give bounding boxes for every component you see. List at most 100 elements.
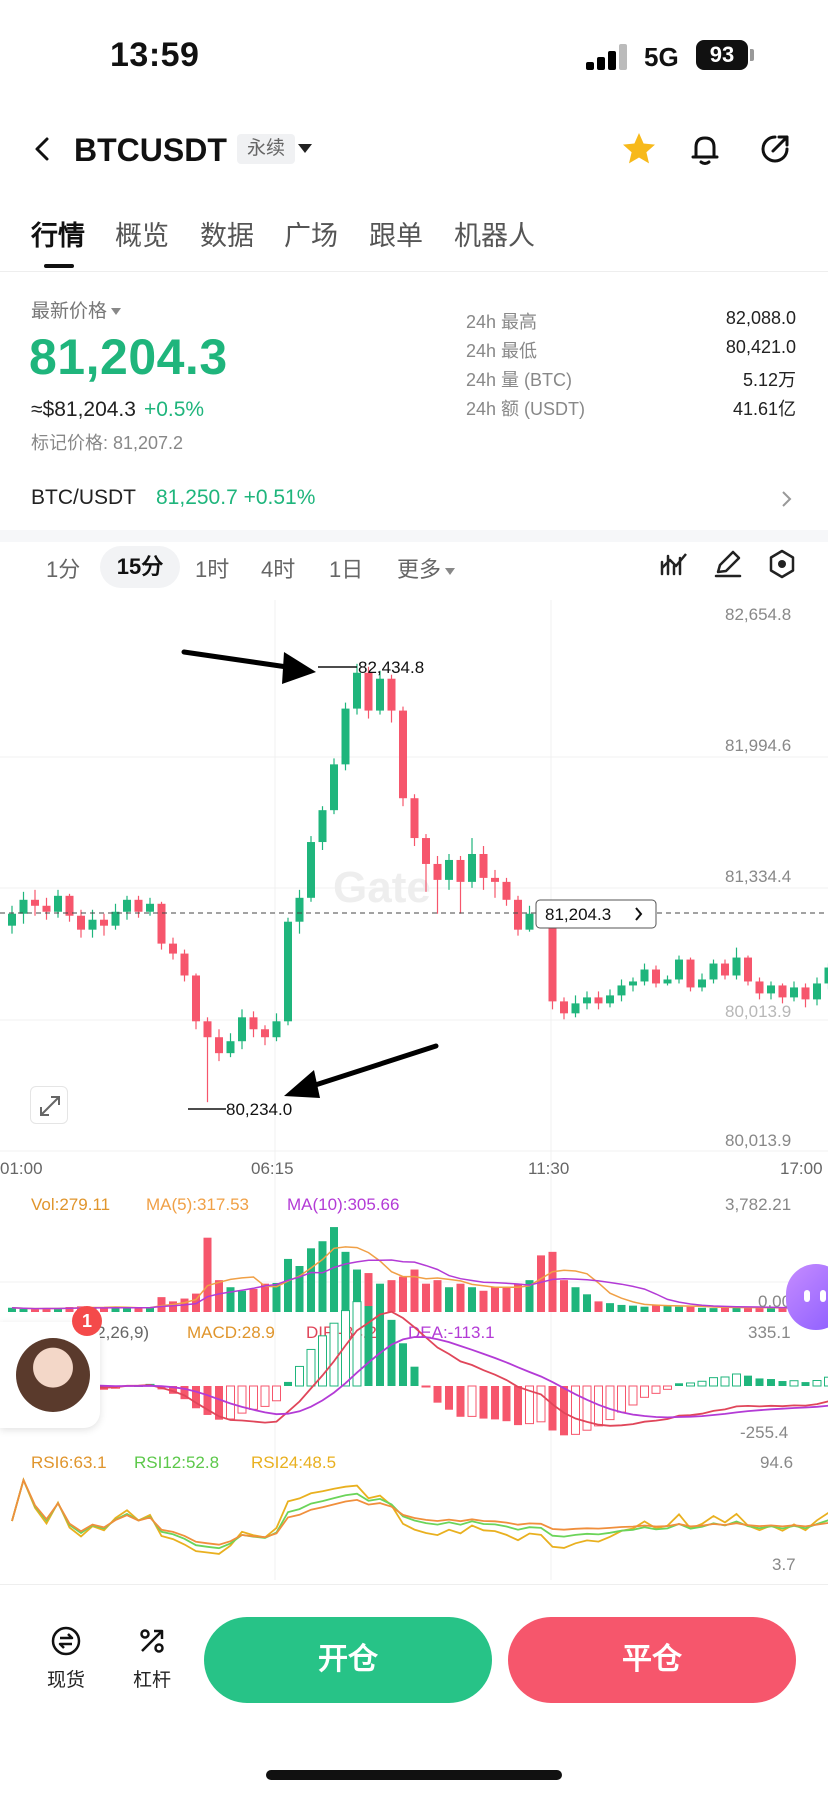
macd-bar: [272, 1385, 281, 1402]
volume-bar: [123, 1308, 131, 1312]
chart-area[interactable]: Gate 81,204.3 82,654.8 81,994.6 81,334.4…: [0, 600, 828, 1580]
draw-pencil-icon[interactable]: [712, 548, 744, 580]
macd-bar: [744, 1375, 752, 1386]
annotation-arrow-high: [181, 649, 316, 684]
y-axis-label: 81,334.4: [725, 867, 791, 886]
volume-bar: [399, 1276, 407, 1312]
signal-icon: [586, 44, 630, 70]
tab-bots[interactable]: 机器人: [454, 214, 535, 253]
candle-body: [364, 672, 373, 711]
candle-body: [548, 919, 557, 1002]
indicator-icon[interactable]: [658, 548, 690, 580]
stat-value: 5.12万: [742, 370, 796, 390]
high-marker-label: 82,434.8: [358, 658, 424, 677]
leverage-switch[interactable]: 杠杆: [122, 1623, 182, 1692]
volume-bar: [571, 1287, 580, 1312]
candle-body: [54, 895, 62, 912]
kline-chart[interactable]: Gate 81,204.3 82,654.8 81,994.6 81,334.4…: [0, 600, 828, 1580]
tab-market[interactable]: 行情: [31, 214, 85, 253]
volume-bar: [134, 1308, 143, 1312]
candle-body: [629, 981, 637, 986]
candle-body: [100, 919, 108, 926]
macd-bar: [548, 1386, 557, 1431]
candle-body: [652, 969, 660, 984]
candle-body: [445, 859, 453, 880]
volume-bar: [468, 1287, 476, 1312]
volume-bar: [261, 1283, 269, 1312]
stat-value: 41.61亿: [732, 399, 796, 419]
macd-bar: [445, 1386, 453, 1410]
macd-bar: [399, 1343, 407, 1386]
last-price: 81,204.3: [29, 329, 228, 385]
candle-body: [456, 859, 465, 882]
spot-switch[interactable]: 现货: [36, 1623, 96, 1692]
interval-1m[interactable]: 1分: [46, 552, 80, 584]
candle-body: [19, 899, 28, 914]
share-icon[interactable]: [756, 130, 794, 168]
spot-pair: BTC/USDT: [31, 486, 136, 509]
settings-hex-icon[interactable]: [766, 548, 798, 580]
pair-dropdown-caret-icon[interactable]: [298, 144, 312, 153]
spot-swap-icon: [51, 1626, 81, 1656]
macd-bar: [801, 1382, 810, 1386]
candle-body: [583, 997, 591, 1004]
candle-body: [594, 997, 603, 1004]
x-axis-label: 06:15: [251, 1159, 294, 1178]
assistant-float-button[interactable]: [786, 1264, 828, 1330]
macd-bar: [387, 1319, 396, 1386]
macd-bar: [812, 1380, 822, 1387]
macd-bar: [364, 1306, 373, 1386]
interval-4h[interactable]: 4时: [261, 552, 295, 584]
interval-1d[interactable]: 1日: [329, 552, 363, 584]
candle-body: [479, 853, 488, 878]
tab-overview[interactable]: 概览: [115, 214, 169, 253]
fullscreen-button[interactable]: [30, 1086, 68, 1124]
candle-body: [387, 678, 396, 711]
interval-1h[interactable]: 1时: [195, 552, 229, 584]
y-axis-label: 81,994.6: [725, 736, 791, 755]
candle-body: [560, 1001, 568, 1014]
candle-body: [801, 987, 810, 1000]
spot-price-row[interactable]: BTC/USDT 81,250.7 +0.51%: [0, 478, 828, 520]
tab-square[interactable]: 广场: [284, 214, 338, 253]
spot-price-change: 81,250.7 +0.51%: [156, 486, 316, 509]
vol-ma5-line: [11, 1246, 828, 1310]
chart-grid: [0, 600, 828, 1580]
macd-bar: [433, 1386, 442, 1403]
close-position-button[interactable]: 平仓: [508, 1617, 796, 1703]
volume-bar: [157, 1297, 166, 1312]
volume-bar: [502, 1287, 511, 1312]
candle-body: [330, 764, 338, 811]
x-axis-label: 17:00: [780, 1159, 823, 1178]
volume-bar: [698, 1307, 706, 1312]
live-host-avatar[interactable]: [0, 1322, 100, 1428]
pair-title[interactable]: BTCUSDT: [74, 132, 227, 169]
rsi-max-label: 94.6: [760, 1453, 793, 1472]
open-position-button[interactable]: 开仓: [204, 1617, 492, 1703]
macd-bar: [755, 1378, 764, 1386]
tab-copy-trading[interactable]: 跟单: [369, 214, 423, 253]
volume-bar: [376, 1283, 384, 1312]
last-price-label[interactable]: 最新价格: [31, 296, 122, 323]
x-axis-label: 11:30: [528, 1159, 569, 1178]
stat-label: 24h 最低: [466, 341, 538, 361]
interval-more[interactable]: 更多: [397, 552, 456, 584]
candle-body: [88, 919, 97, 930]
back-arrow-icon[interactable]: [30, 136, 56, 162]
macd-bar: [617, 1385, 626, 1413]
divider: [0, 530, 828, 542]
contract-type-badge: 永续: [237, 134, 296, 164]
volume-bar: [686, 1306, 695, 1312]
favorite-star-icon[interactable]: [620, 130, 658, 168]
macd-bar: [514, 1386, 522, 1426]
bell-icon[interactable]: [686, 130, 724, 168]
rsi24-label: RSI24:48.5: [251, 1453, 336, 1472]
tab-data[interactable]: 数据: [200, 214, 254, 253]
volume-bar: [284, 1258, 292, 1312]
candle-body: [272, 1021, 281, 1038]
macd-bar: [249, 1385, 258, 1410]
candle-body: [42, 905, 51, 912]
candle-body: [813, 983, 821, 1000]
candle-body: [376, 678, 384, 711]
interval-15m[interactable]: 15分: [100, 546, 180, 588]
